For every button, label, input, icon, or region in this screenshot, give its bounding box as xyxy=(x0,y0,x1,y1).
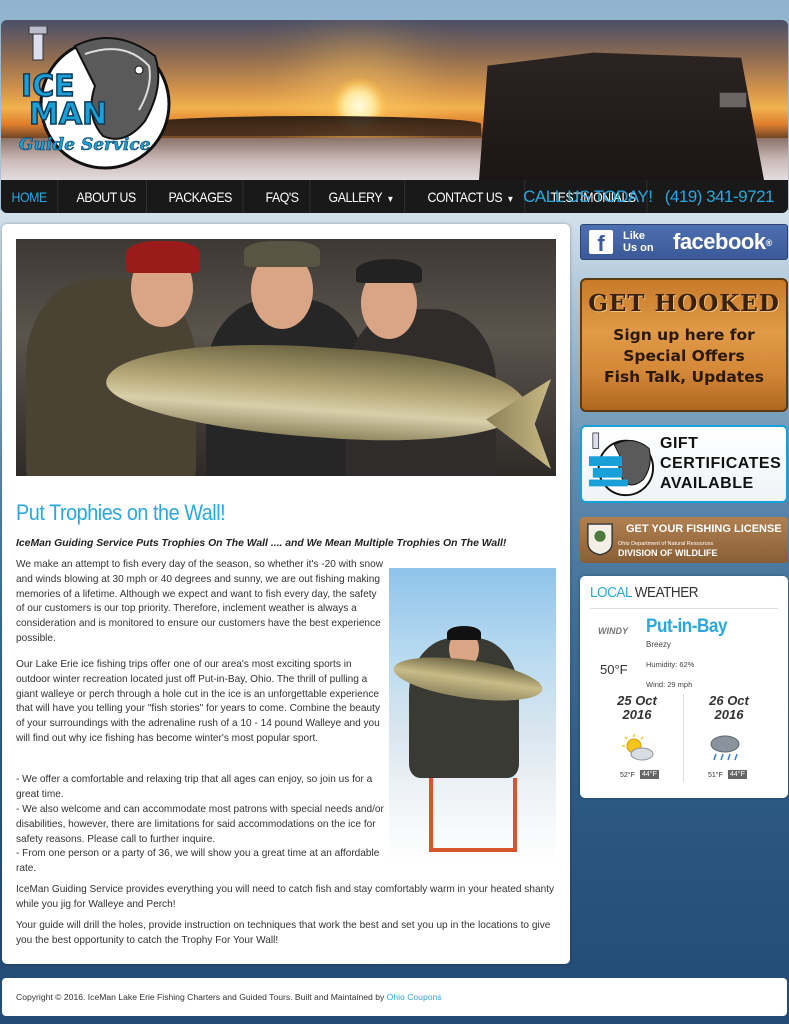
chevron-down-icon: ▼ xyxy=(506,194,515,204)
gift-line-1: GIFT xyxy=(660,435,699,452)
side-photo-guide-with-walleye xyxy=(389,568,556,864)
header-banner: ICE MAN Guide Service xyxy=(1,20,788,180)
forecast-day-2-low: 44°F xyxy=(728,770,747,779)
photo-hat-camo xyxy=(244,241,320,267)
nav-item-label: FAQ'S xyxy=(265,189,299,205)
odnr-wildlife-badge-icon xyxy=(587,523,613,556)
main-content: Put Trophies on the Wall! IceMan Guiding… xyxy=(2,224,570,964)
facebook-registered-mark: ® xyxy=(765,238,773,249)
photo-hat-dark xyxy=(356,259,422,283)
forecast-day-2-date: 26 Oct 2016 xyxy=(684,694,774,722)
gift-iceman-logo-icon xyxy=(588,432,655,497)
logo-text-guide: Guide Service xyxy=(19,135,151,155)
get-hooked-line-3: Fish Talk, Updates xyxy=(604,368,764,386)
facebook-wordmark: facebook® xyxy=(673,229,772,255)
forecast-day-1-date: 25 Oct 2016 xyxy=(592,694,682,722)
nav-item-packages[interactable]: PACKAGES xyxy=(158,180,244,213)
rain-cloud-icon xyxy=(710,735,740,761)
page-title: Put Trophies on the Wall! xyxy=(16,500,226,525)
forecast-day-1-low: 44°F xyxy=(640,770,659,779)
nav-item-home[interactable]: HOME xyxy=(1,180,59,213)
gift-text: GIFT CERTIFICATES AVAILABLE xyxy=(660,434,781,494)
paragraph-intro: We make an attempt to fish every day of … xyxy=(16,559,383,644)
side-photo-hat xyxy=(447,626,481,640)
footer: Copyright © 2016. IceMan Lake Erie Fishi… xyxy=(2,978,787,1016)
weather-divider xyxy=(590,608,778,609)
call-us-phone[interactable]: CALL US TODAY! (419) 341-9721 xyxy=(523,180,774,213)
shanty-window xyxy=(719,92,747,108)
nav-item-gallery[interactable]: GALLERY ▼ xyxy=(318,180,406,213)
bullet-party-size: - From one person or a party of 36, we w… xyxy=(16,848,380,874)
footer-copyright-text: Copyright © 2016. IceMan Lake Erie Fishi… xyxy=(16,992,387,1002)
ice-shanty xyxy=(479,52,764,180)
partly-sunny-icon xyxy=(622,734,654,761)
nav-item-label: GALLERY xyxy=(328,189,382,205)
weather-condition: Breezy xyxy=(646,640,671,649)
weather-temperature: 50°F xyxy=(600,662,628,677)
bullet-comfortable: - We offer a comfortable and relaxing tr… xyxy=(16,774,373,800)
forecast-day-2-high: 51°F xyxy=(708,772,723,779)
photo-hat-red xyxy=(126,241,200,273)
nav-item-faq-s[interactable]: FAQ'S xyxy=(255,180,311,213)
weather-heading-word: WEATHER xyxy=(634,584,699,601)
windy-icon: WINDY xyxy=(598,626,628,636)
fishing-license-banner[interactable]: GET YOUR FISHING LICENSE Ohio Department… xyxy=(580,517,788,563)
weather-heading: LOCAL WEATHER xyxy=(590,584,699,601)
logo-text-man: MAN xyxy=(29,97,107,132)
nav-item-label: CONTACT US xyxy=(427,189,503,205)
nav-item-label: PACKAGES xyxy=(168,189,233,205)
call-us-label: CALL US TODAY! xyxy=(523,187,653,206)
footer-copyright: Copyright © 2016. IceMan Lake Erie Fishi… xyxy=(16,992,442,1002)
weather-city: Put-in-Bay xyxy=(646,616,727,637)
forecast-day-1-year: 2016 xyxy=(622,707,652,722)
paragraph-trips: Our Lake Erie ice fishing trips offer on… xyxy=(16,659,380,744)
paragraph-guide: Your guide will drill the holes, provide… xyxy=(16,920,551,946)
gift-line-3: AVAILABLE xyxy=(660,475,754,492)
nav-item-label: HOME xyxy=(11,189,48,205)
weather-wind: Wind: 29 mph xyxy=(646,680,693,689)
nav-item-contact-us[interactable]: CONTACT US ▼ xyxy=(417,180,526,213)
nav-item-label: ABOUT US xyxy=(76,189,137,205)
get-hooked-line-2: Special Offers xyxy=(623,347,745,365)
footer-ohio-coupons-link[interactable]: Ohio Coupons xyxy=(387,992,442,1002)
local-weather-widget: LOCAL WEATHER WINDY Put-in-Bay Breezy 50°… xyxy=(580,576,788,798)
license-odnr: Ohio Department of Natural Resources xyxy=(618,541,714,547)
tagline: IceMan Guiding Service Puts Trophies On … xyxy=(16,538,507,549)
forecast-day-1-high: 52°F xyxy=(620,772,635,779)
paragraph-provides: IceMan Guiding Service provides everythi… xyxy=(16,884,555,910)
license-title: GET YOUR FISHING LICENSE xyxy=(626,523,782,535)
chevron-down-icon: ▼ xyxy=(386,194,394,204)
forecast-day-2-date-line: 26 Oct xyxy=(709,693,749,708)
facebook-like-button[interactable]: f Like Us on facebook® xyxy=(580,224,788,260)
nav-item-about-us[interactable]: ABOUT US xyxy=(66,180,148,213)
license-division: DIVISION OF WILDLIFE xyxy=(618,548,718,558)
facebook-f-icon: f xyxy=(589,230,613,256)
get-hooked-line-1: Sign up here for xyxy=(613,326,755,344)
forecast-day-1-date-line: 25 Oct xyxy=(617,693,657,708)
get-hooked-signup-banner[interactable]: GET HOOKED Sign up here for Special Offe… xyxy=(580,278,788,412)
treeline xyxy=(141,116,481,136)
gift-certificates-banner[interactable]: GIFT CERTIFICATES AVAILABLE xyxy=(580,425,788,503)
main-nav: HOME ABOUT US PACKAGES FAQ'S GALLERY ▼ CONTACT… xyxy=(1,180,788,213)
facebook-like-label: Like xyxy=(623,230,646,242)
facebook-word: facebook xyxy=(673,229,766,254)
phone-number[interactable]: (419) 341-9721 xyxy=(665,187,775,206)
get-hooked-title: GET HOOKED xyxy=(588,290,780,317)
side-photo-chair xyxy=(429,778,517,852)
facebook-like-text: Like Us on xyxy=(623,230,654,254)
gift-line-2: CERTIFICATES xyxy=(660,455,782,472)
facebook-us-on-label: Us on xyxy=(623,242,654,254)
weather-heading-local: LOCAL xyxy=(590,584,633,601)
weather-humidity: Humidity: 62% xyxy=(646,660,695,669)
hero-photo-trophy-walleye xyxy=(16,239,556,476)
forecast-day-2-year: 2016 xyxy=(714,707,744,722)
bullet-special-needs: - We also welcome and can accommodate mo… xyxy=(16,804,384,845)
iceman-logo[interactable]: ICE MAN Guide Service xyxy=(15,26,175,174)
